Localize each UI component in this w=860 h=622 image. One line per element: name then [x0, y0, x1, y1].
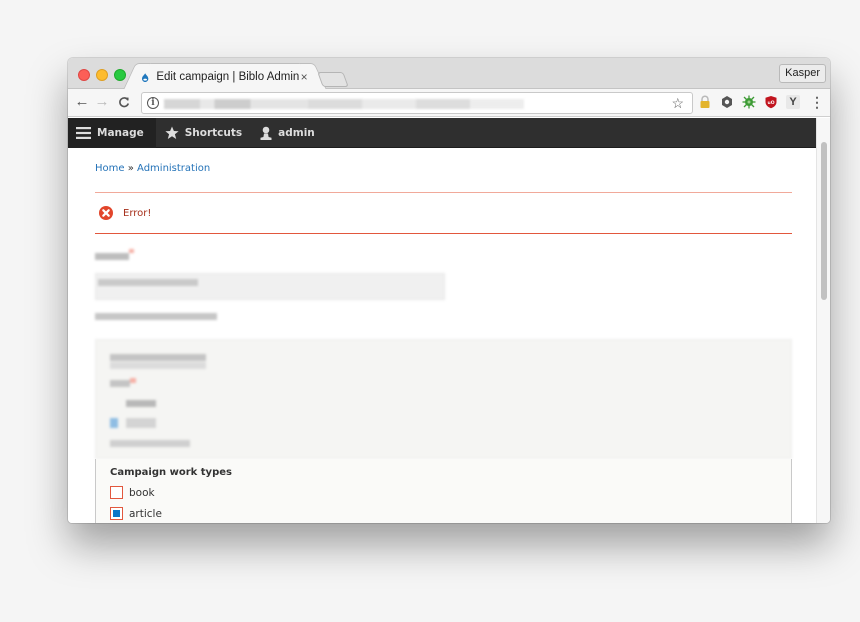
- admin-shortcuts-label: Shortcuts: [184, 126, 243, 139]
- close-window-button[interactable]: [78, 69, 90, 81]
- tab-strip: Edit campaign | Biblo Admin × Kasper: [68, 58, 830, 90]
- checkbox-label: book: [129, 486, 155, 499]
- redacted-field-label: [110, 380, 130, 387]
- redacted-fieldset-title-2: [110, 362, 206, 369]
- back-arrow-icon[interactable]: ←: [73, 93, 91, 111]
- breadcrumb-home-link[interactable]: Home: [95, 163, 125, 174]
- campaign-work-types-fieldset: Campaign work types book article music: [95, 459, 792, 523]
- work-type-option[interactable]: book: [110, 486, 791, 499]
- info-icon[interactable]: i: [147, 97, 159, 109]
- browser-menu-icon[interactable]: ⋮: [810, 95, 824, 109]
- profile-button[interactable]: Kasper: [779, 64, 826, 83]
- checkbox-book[interactable]: [110, 486, 123, 499]
- maximize-window-button[interactable]: [114, 69, 126, 81]
- redacted-description-2: [110, 440, 190, 447]
- svg-text:uO: uO: [767, 100, 774, 106]
- redacted-description: [95, 313, 217, 320]
- breadcrumb-separator: »: [127, 163, 134, 174]
- redacted-fieldset: [95, 339, 792, 459]
- required-marker: [129, 249, 134, 253]
- url-text-redacted: [164, 99, 524, 109]
- star-icon: [165, 126, 179, 139]
- checkbox-label: article: [129, 507, 162, 520]
- scrollbar-thumb[interactable]: [821, 142, 827, 300]
- new-tab-button[interactable]: [317, 72, 349, 87]
- y-extension-icon[interactable]: Y: [786, 95, 800, 109]
- bookmark-star-icon[interactable]: ☆: [671, 95, 684, 112]
- redacted-option: [126, 400, 156, 407]
- campaign-form: Campaign work types book article music: [95, 245, 792, 523]
- close-tab-icon[interactable]: ×: [299, 70, 309, 84]
- error-text: Error!: [123, 207, 152, 219]
- drupal-icon: [141, 72, 149, 82]
- breadcrumb: Home » Administration: [95, 163, 792, 174]
- ublock-extension-icon[interactable]: uO: [764, 95, 778, 109]
- browser-toolbar: ← → i ☆ uO Y ⋮: [68, 89, 830, 117]
- redacted-option-2: [126, 418, 156, 428]
- redacted-checkbox: [110, 418, 118, 428]
- work-type-option[interactable]: article: [110, 507, 791, 520]
- required-marker-2: [130, 378, 136, 383]
- address-bar[interactable]: i ☆: [141, 92, 693, 114]
- user-icon: [260, 126, 272, 140]
- redacted-label: [95, 253, 129, 260]
- redacted-text-field[interactable]: [95, 273, 445, 300]
- admin-shortcuts-link[interactable]: Shortcuts: [156, 118, 251, 148]
- redacted-value: [98, 279, 198, 286]
- page-content: Home » Administration Error! Campaign wo…: [95, 148, 792, 523]
- tab-title: Edit campaign | Biblo Admin: [156, 71, 300, 83]
- admin-user-label: admin: [278, 126, 315, 139]
- error-icon: [99, 206, 113, 220]
- page-scrollbar[interactable]: [816, 118, 830, 523]
- admin-manage-label: Manage: [97, 126, 144, 139]
- breadcrumb-administration-link[interactable]: Administration: [137, 163, 210, 174]
- redacted-fieldset-title: [110, 354, 206, 361]
- minimize-window-button[interactable]: [96, 69, 108, 81]
- reload-icon[interactable]: [115, 93, 133, 111]
- error-message: Error!: [95, 192, 792, 234]
- virus-extension-icon[interactable]: [742, 95, 756, 109]
- lock-extension-icon[interactable]: [698, 95, 712, 109]
- browser-window: Edit campaign | Biblo Admin × Kasper ← →…: [68, 58, 830, 523]
- forward-arrow-icon[interactable]: →: [93, 93, 111, 111]
- page-viewport: Manage Shortcuts admin Home » Administra…: [68, 118, 830, 523]
- hamburger-icon: [76, 126, 91, 139]
- admin-manage-link[interactable]: Manage: [68, 118, 156, 148]
- admin-user-link[interactable]: admin: [251, 118, 324, 148]
- browser-tab-active[interactable]: Edit campaign | Biblo Admin ×: [136, 63, 314, 90]
- work-types-legend: Campaign work types: [110, 467, 232, 478]
- gear-extension-icon[interactable]: [720, 95, 734, 109]
- admin-toolbar: Manage Shortcuts admin: [68, 118, 816, 148]
- checkbox-article[interactable]: [110, 507, 123, 520]
